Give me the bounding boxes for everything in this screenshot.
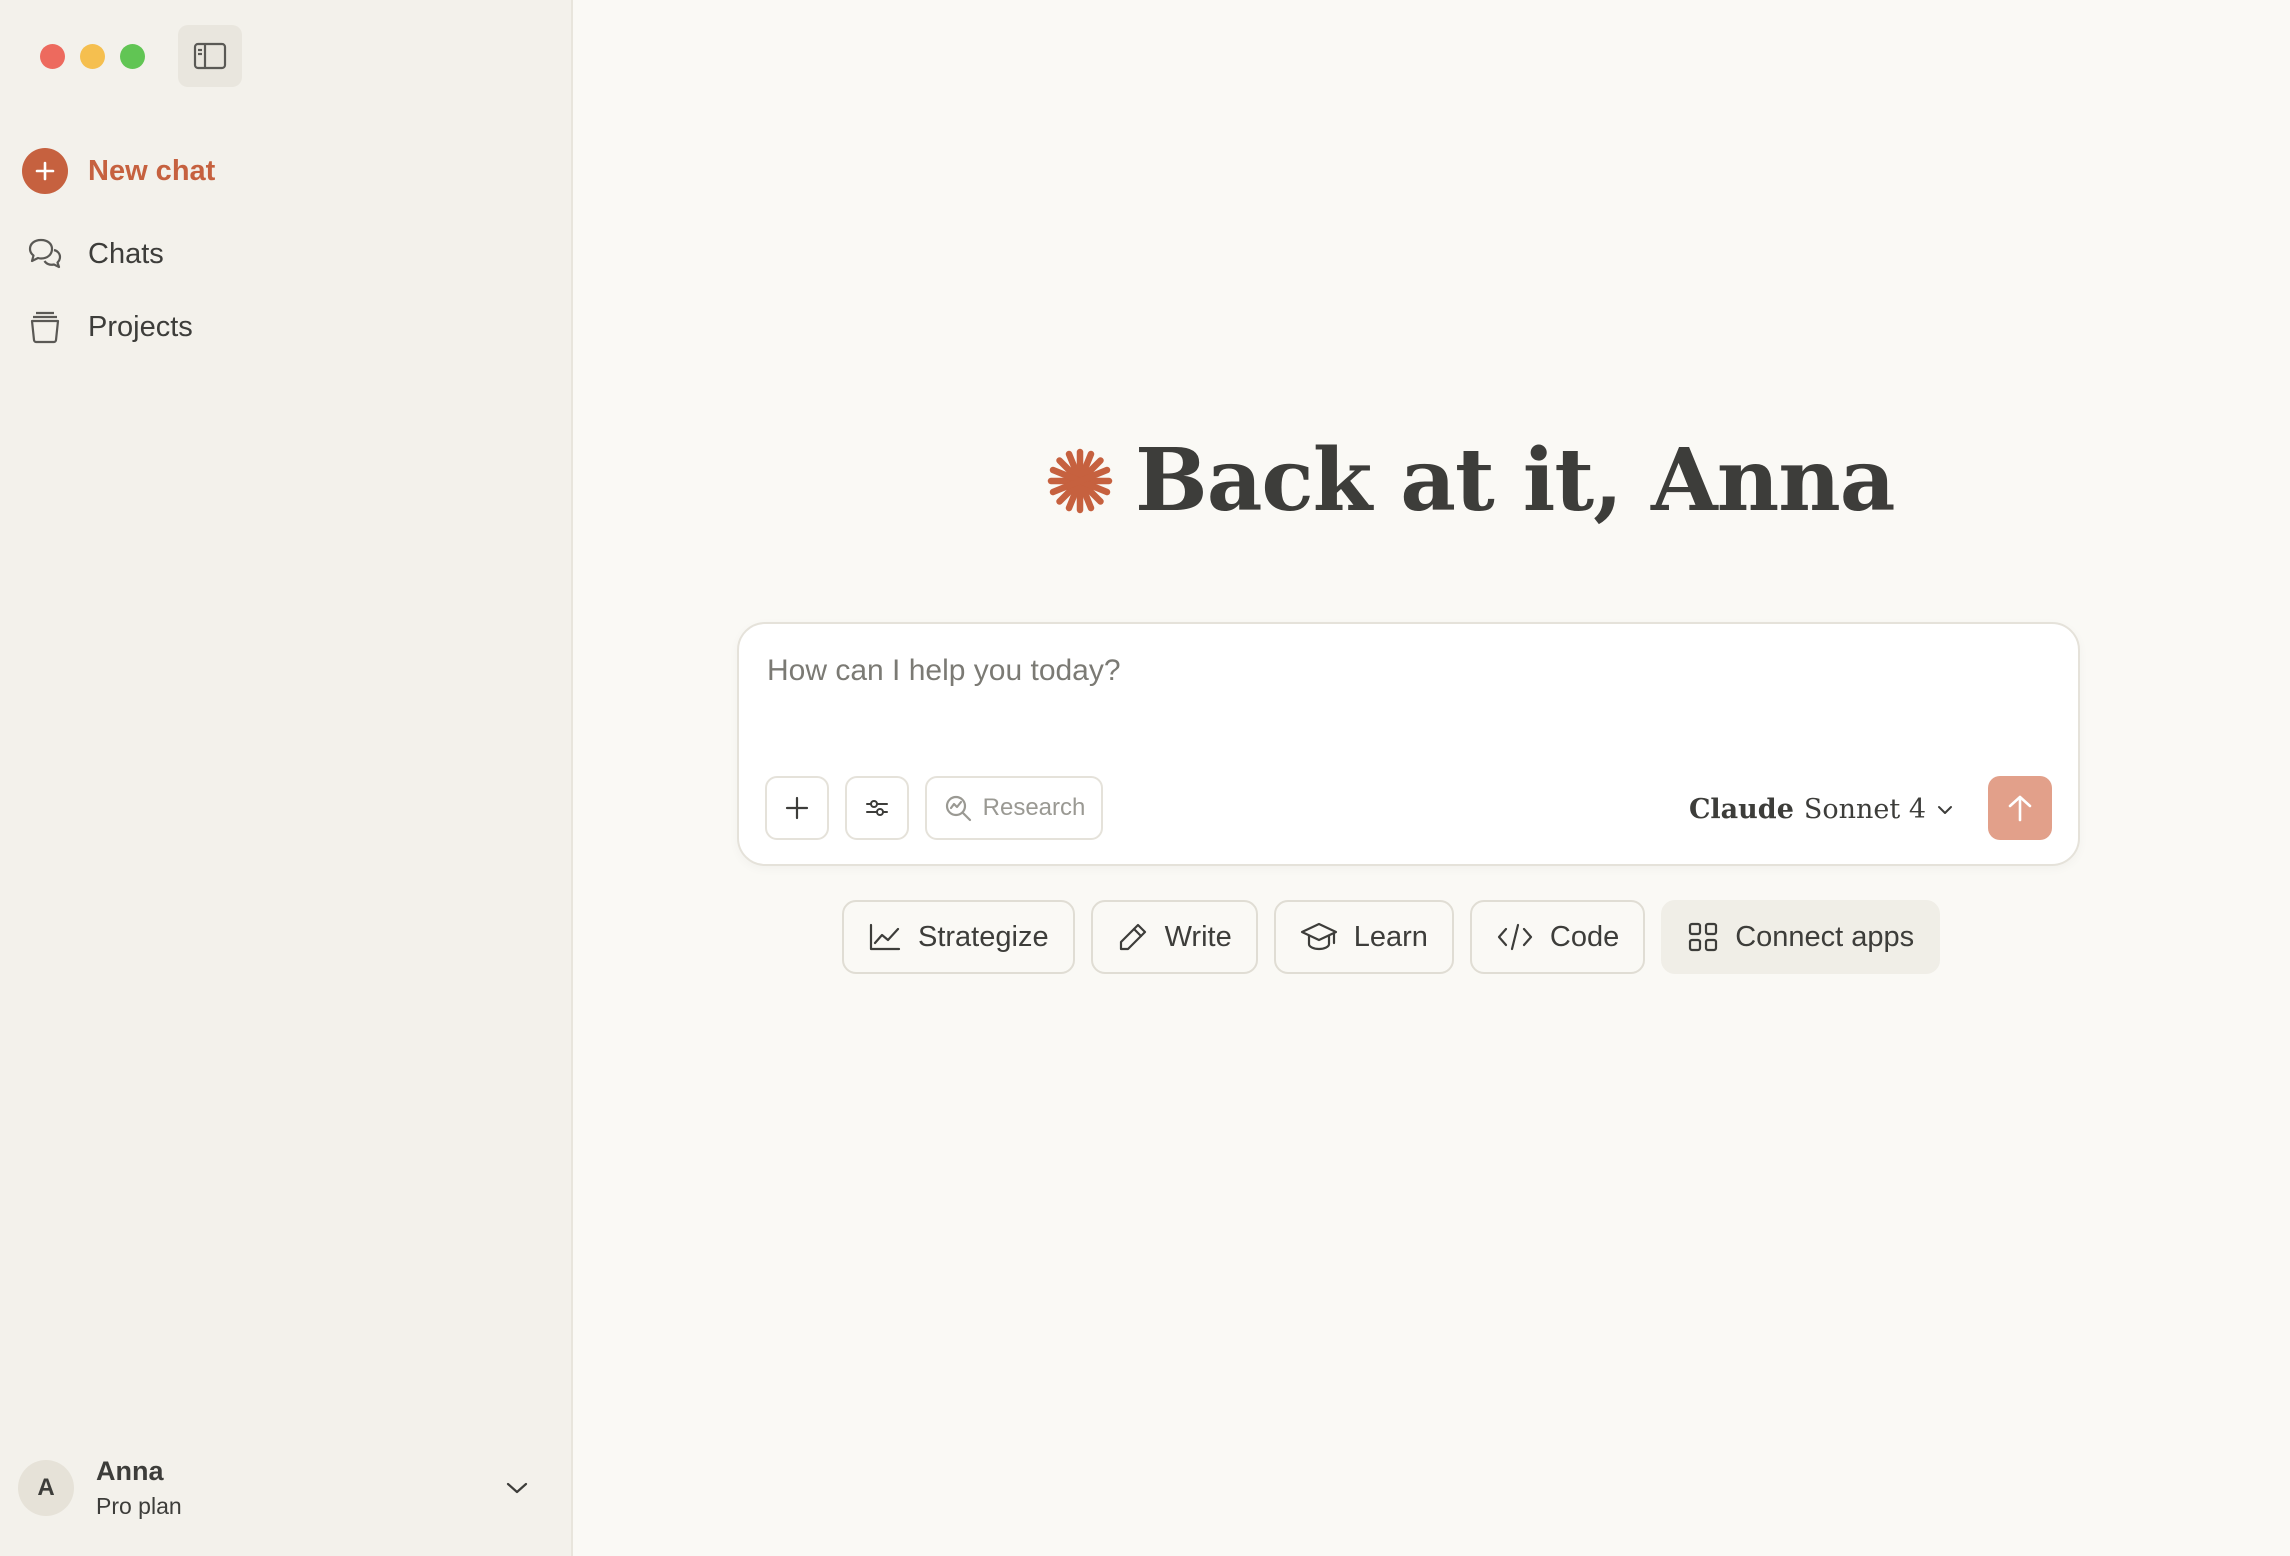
user-name: Anna [96, 1456, 164, 1486]
new-chat-button[interactable]: New chat [22, 148, 215, 194]
prompt-input[interactable] [767, 654, 1967, 688]
chip-label: Learn [1353, 920, 1428, 953]
sidebar-item-projects[interactable]: Projects [22, 310, 193, 344]
model-name: Sonnet 4 [1803, 794, 1926, 825]
window-controls [40, 44, 145, 69]
maximize-window-button[interactable] [120, 44, 145, 69]
composer: Research Claude Sonnet 4 [737, 622, 2080, 866]
suggestion-chips: Strategize Write Learn Code Connect apps [842, 900, 1941, 974]
chart-line-icon [869, 923, 901, 951]
sidebar-item-label: Projects [88, 310, 193, 343]
research-button[interactable]: Research [925, 776, 1103, 840]
plus-icon [785, 796, 809, 820]
plus-icon [22, 148, 68, 194]
sliders-icon [866, 800, 888, 816]
new-chat-label: New chat [88, 154, 216, 187]
close-window-button[interactable] [40, 44, 65, 69]
model-selector[interactable]: Claude Sonnet 4 [1689, 794, 1954, 825]
graduation-cap-icon [1300, 922, 1337, 951]
chevron-down-icon[interactable] [504, 1480, 530, 1496]
chip-label: Code [1549, 920, 1620, 953]
user-plan: Pro plan [96, 1493, 182, 1519]
minimize-window-button[interactable] [80, 44, 105, 69]
chat-bubbles-icon [22, 236, 68, 272]
model-brand: Claude [1688, 794, 1794, 825]
arrow-up-icon [2008, 795, 2032, 822]
chip-label: Strategize [918, 920, 1049, 953]
chip-label: Connect apps [1735, 920, 1915, 953]
tools-settings-button[interactable] [845, 776, 909, 840]
sidebar-item-chats[interactable]: Chats [22, 236, 164, 272]
grid-icon [1689, 922, 1718, 952]
research-label: Research [982, 794, 1086, 821]
projects-icon [22, 310, 68, 344]
sidebar: New chat Chats Projects A Anna Pro plan [0, 0, 573, 1556]
code-icon [1497, 923, 1532, 951]
claude-spark-icon [1047, 448, 1113, 513]
avatar: A [18, 1460, 74, 1516]
chip-write[interactable]: Write [1090, 900, 1258, 974]
sidebar-item-label: Chats [88, 237, 164, 270]
sidebar-panel-icon [193, 42, 227, 70]
greeting: Back at it, Anna [1045, 430, 1895, 531]
chip-label: Write [1164, 920, 1232, 953]
greeting-title: Back at it, Anna [1135, 430, 1895, 531]
sidebar-toggle-button[interactable] [178, 25, 242, 87]
research-icon [945, 795, 971, 822]
add-attachment-button[interactable] [765, 776, 829, 840]
chevron-down-icon [1938, 805, 1952, 814]
user-menu[interactable]: A Anna Pro plan [18, 1456, 538, 1520]
user-info: Anna Pro plan [96, 1456, 504, 1520]
pencil-icon [1119, 923, 1146, 951]
send-button[interactable] [1988, 776, 2052, 840]
chip-connect-apps[interactable]: Connect apps [1661, 900, 1941, 974]
chip-learn[interactable]: Learn [1273, 900, 1454, 974]
chip-code[interactable]: Code [1469, 900, 1646, 974]
chip-strategize[interactable]: Strategize [842, 900, 1075, 974]
